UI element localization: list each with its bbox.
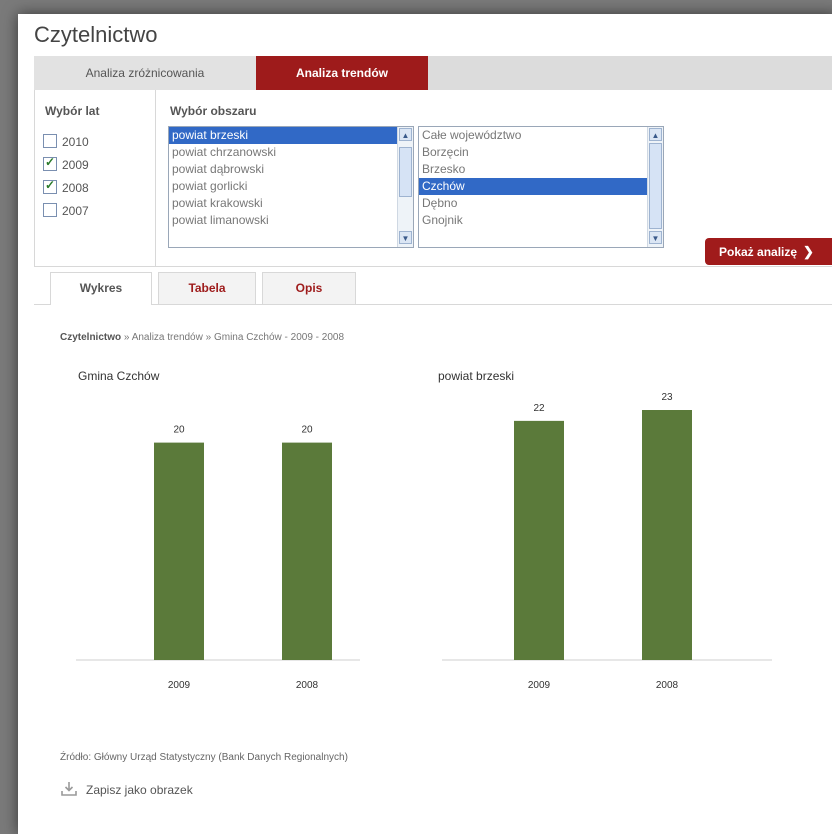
x-tick-label: 2009 [168, 680, 191, 691]
download-icon [61, 782, 77, 796]
data-label: 20 [301, 425, 313, 436]
bar [642, 410, 692, 660]
bar [154, 442, 204, 660]
save-image-link[interactable]: Zapisz jako obrazek [60, 780, 193, 798]
x-tick-label: 2009 [528, 680, 551, 691]
x-tick-label: 2008 [656, 680, 679, 691]
app-window: Czytelnictwo Analiza zróżnicowania Anali… [18, 14, 832, 834]
x-tick-label: 2008 [296, 680, 319, 691]
data-label: 23 [661, 392, 673, 403]
bar [514, 420, 564, 660]
source-note: Źródło: Główny Urząd Statystyczny (Bank … [60, 752, 348, 763]
data-label: 20 [173, 425, 185, 436]
charts-area: Gmina Czchów 20 2009 20 2008 powiat brzeski 22… [76, 369, 772, 691]
bar [282, 442, 332, 660]
chart-title: Gmina Czchów [78, 369, 160, 383]
chart-title: powiat brzeski [438, 369, 514, 383]
data-label: 22 [533, 403, 545, 414]
save-image-label: Zapisz jako obrazek [86, 783, 193, 797]
